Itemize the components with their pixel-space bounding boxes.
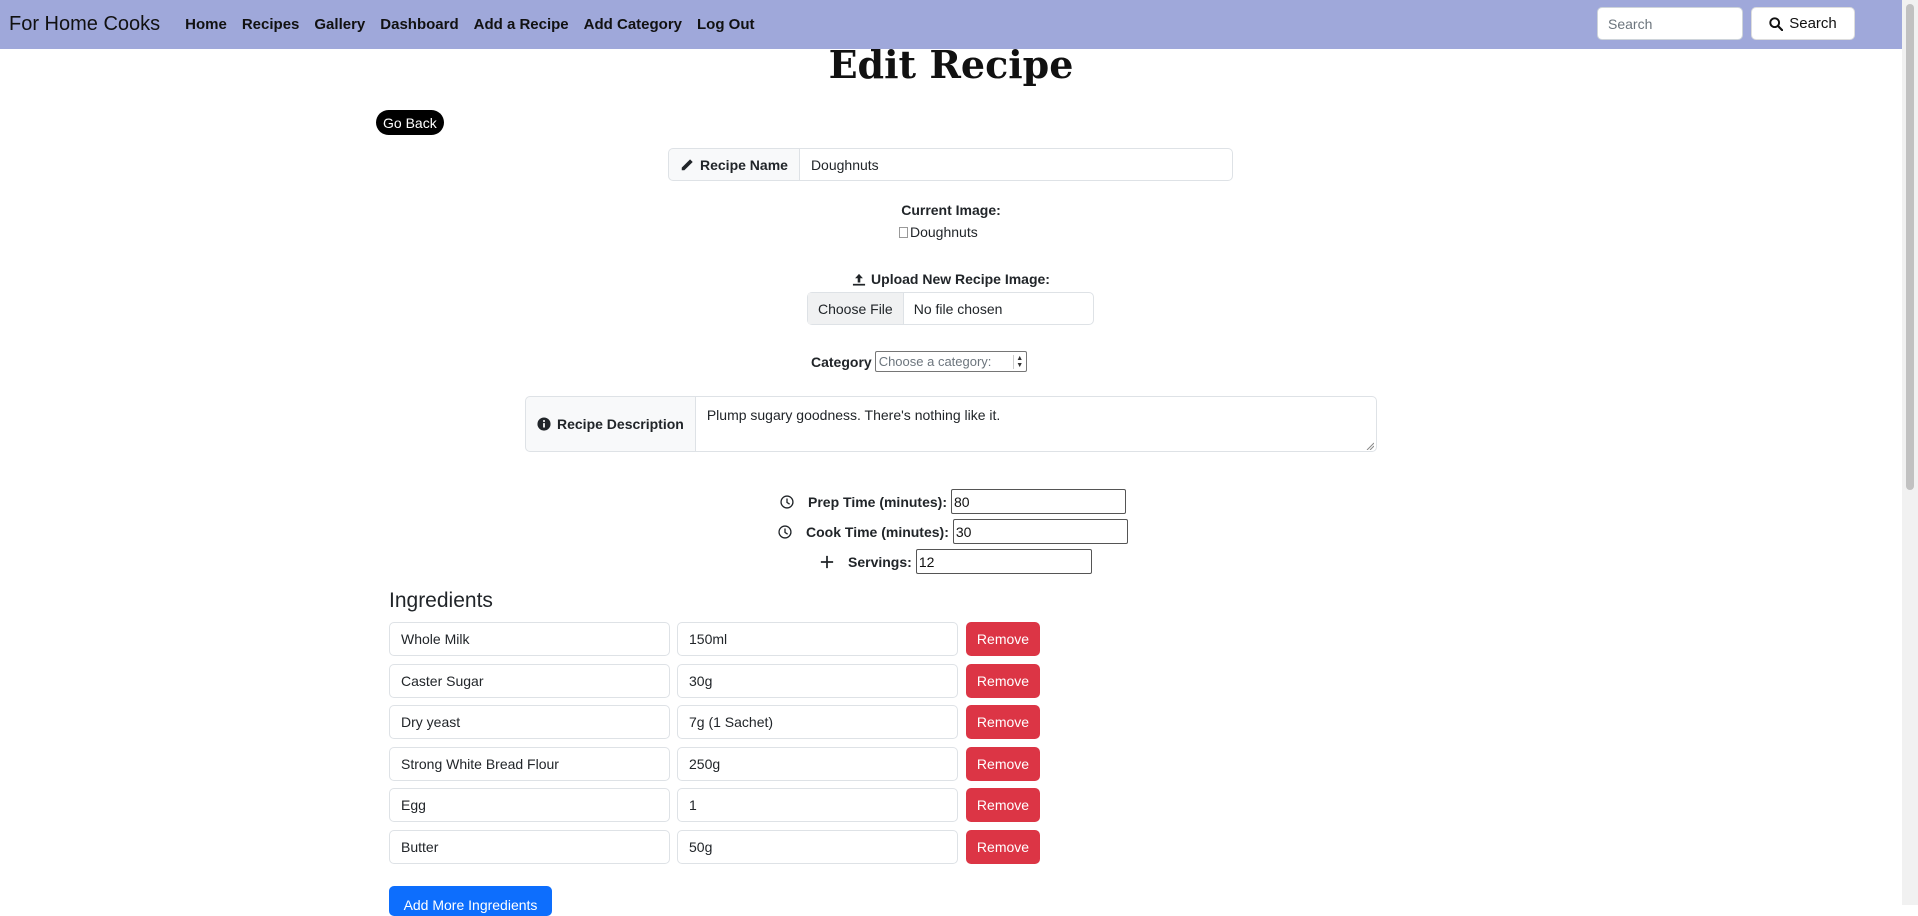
upload-image-label: Upload New Recipe Image: [0, 271, 1902, 289]
ingredient-name-input[interactable]: Whole Milk [389, 622, 670, 656]
ingredient-row: Dry yeast 7g (1 Sachet) Remove [389, 705, 1040, 739]
page-title: Edit Recipe [828, 42, 1074, 87]
choose-file-button[interactable]: Choose File [808, 293, 904, 324]
cook-time-label: Cook Time (minutes): [806, 523, 949, 540]
nav-link-dashboard[interactable]: Dashboard [380, 16, 458, 33]
search-input[interactable] [1597, 7, 1743, 40]
page-scrollbar[interactable] [1902, 0, 1918, 905]
servings-label: Servings: [848, 553, 912, 570]
remove-ingredient-button[interactable]: Remove [966, 830, 1040, 864]
brand-logo[interactable]: For Home Cooks [9, 13, 160, 36]
resize-handle-icon[interactable] [1365, 441, 1374, 450]
spinner-icon[interactable]: ▲ ▼ [1012, 354, 1026, 369]
current-image-label: Current Image: [901, 202, 1001, 218]
search-button-label: Search [1789, 15, 1837, 32]
search-icon [1769, 16, 1784, 31]
ingredient-row: Butter 50g Remove [389, 830, 1040, 864]
remove-ingredient-button[interactable]: Remove [966, 622, 1040, 656]
remove-ingredient-button[interactable]: Remove [966, 747, 1040, 781]
ingredient-quantity-input[interactable]: 30g [677, 664, 958, 698]
file-input[interactable]: Choose File No file chosen [807, 292, 1094, 325]
ingredients-heading: Ingredients [389, 589, 493, 612]
search-button[interactable]: Search [1751, 7, 1855, 40]
ingredient-quantity-input[interactable]: 7g (1 Sachet) [677, 705, 958, 739]
add-more-ingredients-button[interactable]: Add More Ingredients [389, 886, 552, 916]
prep-time-input[interactable] [951, 489, 1126, 514]
go-back-button[interactable]: Go Back [376, 110, 444, 135]
cook-time-input[interactable] [952, 519, 1128, 544]
ingredient-name-input[interactable]: Strong White Bread Flour [389, 747, 670, 781]
ingredient-quantity-input[interactable]: 250g [677, 747, 958, 781]
clock-icon [780, 494, 794, 509]
nav-link-add-category[interactable]: Add Category [584, 16, 682, 33]
servings-row: Servings: [820, 549, 1092, 574]
ingredient-quantity-input[interactable]: 1 [677, 788, 958, 822]
category-placeholder: Choose a category: [878, 354, 992, 369]
remove-ingredient-button[interactable]: Remove [966, 788, 1040, 822]
description-textarea[interactable]: Plump sugary goodness. There's nothing l… [694, 396, 1377, 452]
nav-link-add-recipe[interactable]: Add a Recipe [474, 16, 569, 33]
file-status: No file chosen [913, 300, 1003, 317]
pencil-icon [680, 158, 694, 172]
ingredient-quantity-input[interactable]: 50g [677, 830, 958, 864]
ingredient-name-input[interactable]: Dry yeast [389, 705, 670, 739]
remove-ingredient-button[interactable]: Remove [966, 664, 1040, 698]
recipe-name-input[interactable]: Doughnuts [798, 148, 1233, 181]
prep-time-label: Prep Time (minutes): [808, 493, 947, 510]
scrollbar-thumb[interactable] [1906, 4, 1914, 490]
nav-link-log-out[interactable]: Log Out [697, 16, 754, 33]
upload-icon [852, 273, 866, 286]
description-group: Recipe Description Plump sugary goodness… [525, 396, 1377, 452]
category-row: Category Choose a category: ▲ ▼ [811, 351, 1027, 372]
current-image-alt: Doughnuts [910, 224, 978, 240]
recipe-name-group: Recipe Name Doughnuts [668, 148, 1233, 181]
nav-link-gallery[interactable]: Gallery [314, 16, 365, 33]
ingredient-row: Egg 1 Remove [389, 788, 1040, 822]
recipe-name-label: Recipe Name [668, 148, 799, 181]
ingredient-row: Caster Sugar 30g Remove [389, 664, 1040, 698]
ingredient-row: Whole Milk 150ml Remove [389, 622, 1040, 656]
ingredient-name-input[interactable]: Caster Sugar [389, 664, 670, 698]
servings-input[interactable] [915, 549, 1092, 574]
nav-link-recipes[interactable]: Recipes [242, 16, 300, 33]
ingredient-name-input[interactable]: Egg [389, 788, 670, 822]
broken-image-icon [899, 226, 908, 238]
current-image: Doughnuts [899, 224, 978, 240]
ingredient-row: Strong White Bread Flour 250g Remove [389, 747, 1040, 781]
nav-link-home[interactable]: Home [185, 16, 227, 33]
category-label: Category [811, 353, 872, 370]
info-icon [537, 417, 551, 431]
prep-time-row: Prep Time (minutes): [780, 489, 1126, 514]
ingredient-name-input[interactable]: Butter [389, 830, 670, 864]
category-select[interactable]: Choose a category: ▲ ▼ [874, 351, 1027, 372]
remove-ingredient-button[interactable]: Remove [966, 705, 1040, 739]
ingredient-quantity-input[interactable]: 150ml [677, 622, 958, 656]
cook-time-row: Cook Time (minutes): [778, 519, 1128, 544]
description-label: Recipe Description [525, 396, 695, 452]
plus-icon [820, 555, 834, 569]
clock-icon [778, 524, 792, 539]
